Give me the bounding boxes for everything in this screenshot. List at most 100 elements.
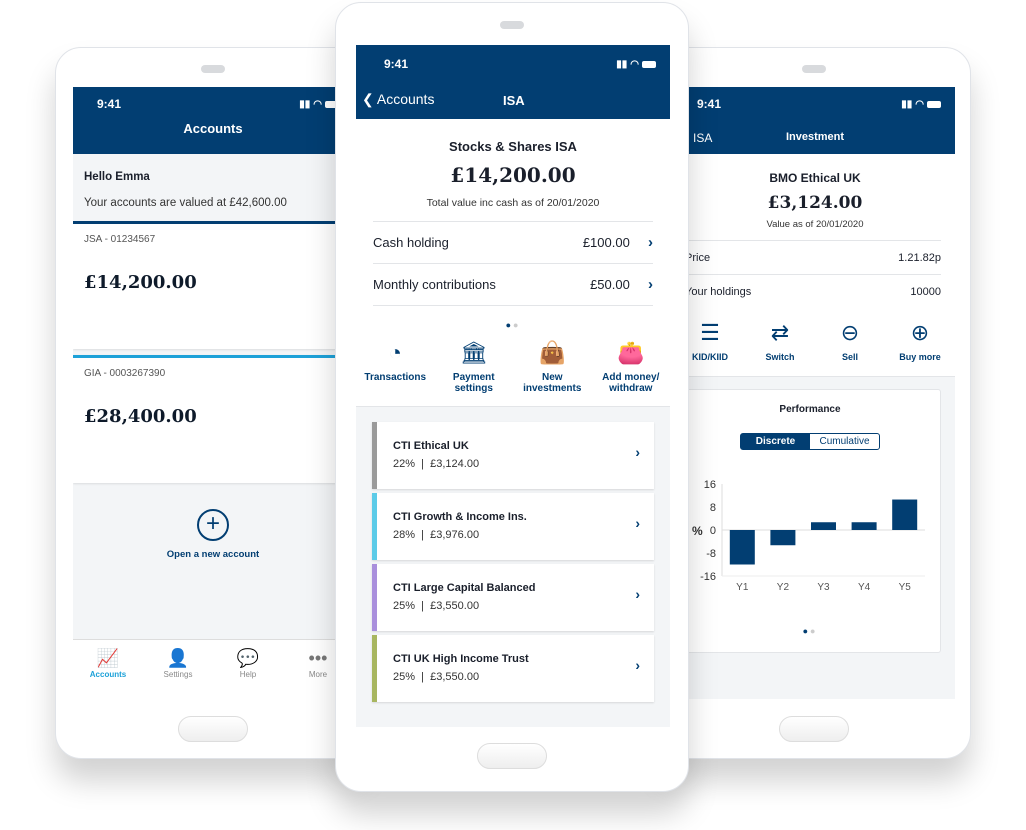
- fund-name: CTI Ethical UK: [393, 440, 469, 452]
- fund-name: CTI Large Capital Balanced: [393, 582, 536, 594]
- chevron-right-icon: ›: [635, 515, 640, 531]
- back-label: Accounts: [376, 91, 435, 107]
- y-axis-label: %: [692, 524, 703, 538]
- action-label: Switch: [765, 352, 795, 362]
- detail-row[interactable]: Monthly contributions £50.00 ›: [373, 263, 653, 305]
- x-tick-label: Y4: [858, 582, 871, 593]
- chevron-left-icon: ❮: [362, 91, 374, 107]
- x-tick-label: Y1: [736, 582, 749, 593]
- action-label: Payment settings: [452, 372, 495, 394]
- speaker: [801, 65, 826, 73]
- row-value: 10000: [910, 285, 941, 298]
- nav-bar: 9:41 ▮▮ ◠ Accounts: [73, 87, 353, 154]
- account-details: Cash holding £100.00 › Monthly contributio…: [356, 221, 670, 305]
- page-title: Investment: [785, 131, 845, 143]
- status-icons: ▮▮ ◠: [616, 59, 656, 70]
- account-label: GIA - 0003267390: [84, 368, 166, 379]
- segment-cumulative[interactable]: Cumulative: [810, 434, 879, 449]
- fund-value: £3,550.00: [430, 600, 480, 612]
- tab-accounts[interactable]: 📈 Accounts: [73, 640, 143, 699]
- x-tick-label: Y3: [817, 582, 830, 593]
- chat-bubbles-icon: 💬: [236, 648, 260, 668]
- y-tick-label: 8: [710, 502, 716, 514]
- action-switch[interactable]: ⇄ Switch: [748, 320, 812, 362]
- action-add-money-withdraw[interactable]: 👛 Add money/ withdraw: [592, 340, 670, 394]
- bar-y5: [892, 499, 918, 530]
- speaker: [500, 21, 524, 29]
- row-value: 1.21.82p: [898, 251, 941, 264]
- home-button[interactable]: [477, 743, 547, 769]
- signal-icon: ▮▮: [299, 98, 311, 110]
- y-tick-label: -8: [706, 548, 716, 560]
- row-label: Monthly contributions: [373, 277, 496, 292]
- row-label: Cash holding: [373, 235, 449, 250]
- y-tick-label: -16: [700, 571, 716, 583]
- back-button[interactable]: ❮ Accounts: [362, 91, 434, 108]
- fund-percentage: 25%: [393, 671, 416, 683]
- x-tick-label: Y2: [777, 582, 790, 593]
- detail-row[interactable]: Cash holding £100.00 ›: [373, 221, 653, 263]
- home-button[interactable]: [177, 716, 248, 742]
- battery-icon: [642, 60, 656, 68]
- speaker: [200, 65, 225, 73]
- action-label: New investments: [523, 372, 582, 394]
- separator: |: [415, 671, 431, 683]
- action-label: Buy more: [899, 352, 941, 362]
- fund-item[interactable]: CTI Large Capital Balanced 25% | £3,550.0…: [372, 564, 654, 631]
- account-label: JSA - 01234567: [84, 234, 156, 245]
- page-indicator: ●●: [505, 320, 521, 330]
- accounts-screen: 9:41 ▮▮ ◠ Accounts Hello Emma Your accoun…: [73, 87, 353, 699]
- action-label: Add money/ withdraw: [602, 372, 660, 394]
- action-new-investments[interactable]: 👜 New investments: [513, 340, 591, 394]
- wifi-icon: ◠: [630, 58, 639, 70]
- home-button[interactable]: [778, 716, 849, 742]
- fund-item[interactable]: CTI Ethical UK 22% | £3,124.00 ›: [372, 422, 654, 489]
- status-time: 9:41: [697, 97, 722, 111]
- action-sell[interactable]: ⊖ Sell: [818, 320, 882, 362]
- greeting: Hello Emma: [84, 171, 150, 183]
- action-label: KID/KIID: [692, 352, 728, 362]
- chevron-right-icon: ›: [635, 586, 640, 602]
- open-account-button[interactable]: + Open a new account: [73, 509, 353, 560]
- fund-item[interactable]: CTI Growth & Income Ins. 28% | £3,976.00 ›: [372, 493, 654, 560]
- status-icons: ▮▮ ◠: [299, 99, 339, 110]
- fund-percentage: 28%: [393, 529, 416, 541]
- row-label: Your holdings: [685, 285, 752, 298]
- back-button[interactable]: ISA: [693, 131, 712, 145]
- separator: |: [415, 600, 431, 612]
- tab-label: More: [308, 670, 328, 679]
- value-note: Value as of 20/01/2020: [766, 219, 864, 230]
- segment-discrete[interactable]: Discrete: [741, 434, 810, 449]
- fund-name: BMO Ethical UK: [769, 171, 861, 185]
- tab-help[interactable]: 💬 Help: [213, 640, 283, 699]
- action-label: Sell: [841, 352, 858, 362]
- fund-value: £3,976.00: [430, 529, 480, 541]
- plus-circle-icon: ⊕: [910, 320, 930, 345]
- x-tick-label: Y5: [899, 582, 912, 593]
- account-card[interactable]: JSA - 01234567£14,200.00›: [73, 221, 353, 349]
- signal-icon: ▮▮: [616, 58, 628, 70]
- isa-actions: ◔ Transactions 🏛 Payment settings 👜 New inves…: [356, 330, 670, 394]
- y-tick-label: 16: [704, 479, 716, 491]
- tab-bar: 📈 Accounts 👤 Settings 💬 Help ••• More: [73, 639, 353, 699]
- action-label: Transactions: [364, 372, 427, 383]
- fund-list: CTI Ethical UK 22% | £3,124.00 › CTI Growth…: [356, 406, 670, 702]
- phone-investment: 9:41 ▮▮ ◠ ISA Investment BMO Ethical UK £…: [656, 47, 971, 759]
- plus-circle-icon: +: [197, 509, 229, 541]
- bar-y2: [770, 530, 796, 546]
- wifi-icon: ◠: [915, 98, 924, 110]
- shopping-bag-icon: 👜: [538, 340, 566, 365]
- page-title: ISA: [503, 93, 525, 108]
- phone-accounts: 9:41 ▮▮ ◠ Accounts Hello Emma Your accoun…: [55, 47, 370, 759]
- fund-item[interactable]: CTI UK High Income Trust 25% | £3,550.00 ›: [372, 635, 654, 702]
- account-card[interactable]: GIA - 0003267390£28,400.00›: [73, 355, 353, 483]
- status-time: 9:41: [97, 97, 122, 111]
- performance-chart: 16 8 0 -8 -16% Y1 Y2 Y3 Y4 Y5: [692, 479, 925, 593]
- account-value: £14,200.00: [84, 272, 197, 293]
- fund-name: CTI Growth & Income Ins.: [393, 511, 527, 523]
- action-payment-settings[interactable]: 🏛 Payment settings: [435, 340, 513, 394]
- status-time: 9:41: [384, 57, 409, 71]
- action-buy-more[interactable]: ⊕ Buy more: [888, 320, 952, 362]
- action-transactions[interactable]: ◔ Transactions: [356, 340, 434, 394]
- tab-settings[interactable]: 👤 Settings: [143, 640, 213, 699]
